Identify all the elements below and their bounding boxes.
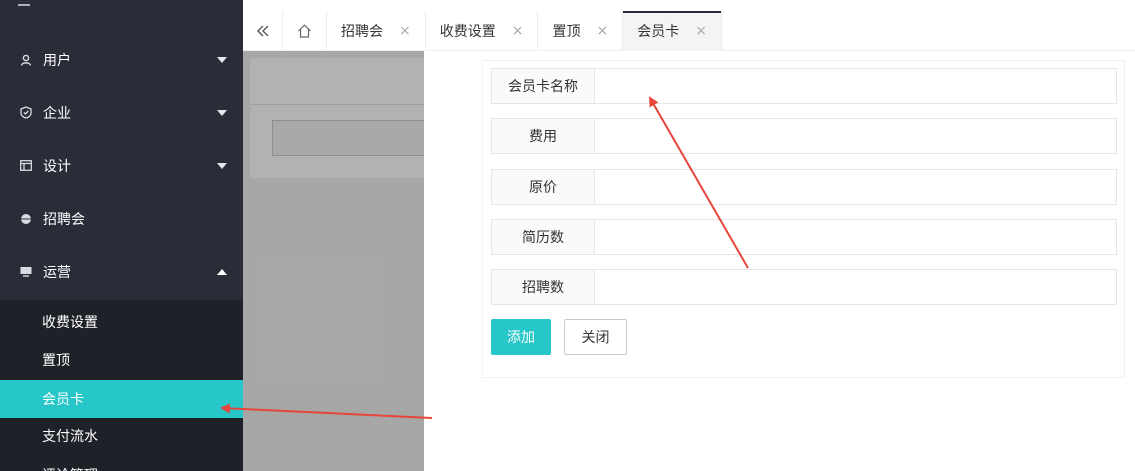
sidebar-subitem-member-card[interactable]: 会员卡 [0, 380, 243, 418]
collapse-sidebar-button[interactable] [243, 11, 283, 51]
layout-icon [19, 159, 33, 173]
home-tab[interactable] [283, 11, 327, 51]
tab-job-fair[interactable]: 招聘会 × [327, 11, 426, 51]
tab-pin-top[interactable]: 置顶 × [538, 11, 624, 51]
form-row-fee: 费用 [491, 118, 1117, 154]
sidebar-item-design[interactable]: 设计 [0, 139, 243, 192]
tab-fee-settings[interactable]: 收费设置 × [426, 11, 539, 51]
sidebar-item-job-fair[interactable]: 招聘会 [0, 192, 243, 245]
form-row-recruit-count: 招聘数 [491, 269, 1117, 305]
double-chevron-left-icon [256, 25, 268, 37]
sidebar-subitem-fee-settings[interactable]: 收费设置 [0, 303, 243, 341]
tab-member-card[interactable]: 会员卡 × [623, 11, 722, 51]
sidebar-submenu: 收费设置 置顶 会员卡 支付流水 评论管理 [0, 300, 243, 471]
sidebar-subitem-payment-flow[interactable]: 支付流水 [0, 417, 243, 455]
sidebar-item-users[interactable]: 用户 [0, 33, 243, 86]
tab-label: 招聘会 [341, 24, 383, 40]
sidebar-subitem-pin-top[interactable]: 置顶 [0, 341, 243, 379]
sidebar-item-label: 运营 [43, 264, 71, 281]
shield-icon [19, 106, 33, 120]
tab-bar-spacer [722, 11, 1135, 50]
field-label: 简历数 [491, 219, 595, 255]
resume-count-input[interactable] [595, 219, 1117, 255]
add-button[interactable]: 添加 [491, 319, 551, 355]
close-button[interactable]: 关闭 [564, 319, 627, 355]
tab-bar: 招聘会 × 收费设置 × 置顶 × 会员卡 × [243, 11, 1135, 51]
sidebar-item-label: 设计 [43, 158, 71, 175]
sidebar-item-operations[interactable]: 运营 [0, 245, 243, 298]
tab-label: 收费设置 [439, 24, 496, 40]
tab-label: 会员卡 [637, 24, 680, 40]
sidebar-item-label: 招聘会 [43, 211, 85, 228]
form-row-card-name: 会员卡名称 [491, 68, 1117, 104]
sidebar: 用户 企业 设计 招聘会 运营 收费设置 置顶 会员卡 支付流水 评论管理 [0, 0, 243, 471]
card-name-input[interactable] [595, 68, 1117, 104]
chevron-down-icon [217, 56, 227, 63]
close-icon[interactable]: × [512, 23, 524, 39]
menu-icon[interactable] [18, 4, 30, 6]
recruit-count-input[interactable] [595, 269, 1117, 305]
chevron-down-icon [217, 109, 227, 116]
tab-label: 置顶 [552, 24, 581, 40]
monitor-icon [19, 265, 33, 279]
chevron-down-icon [217, 162, 227, 169]
chevron-up-icon [217, 268, 227, 275]
sidebar-item-label: 企业 [43, 105, 71, 122]
field-label: 原价 [491, 169, 595, 205]
close-icon[interactable]: × [399, 23, 411, 39]
original-price-input[interactable] [595, 169, 1117, 205]
close-icon[interactable]: × [596, 23, 608, 39]
sidebar-item-enterprise[interactable]: 企业 [0, 86, 243, 139]
form-row-resume-count: 简历数 [491, 219, 1117, 255]
field-label: 会员卡名称 [491, 68, 595, 104]
sidebar-item-label: 用户 [43, 52, 71, 69]
field-label: 费用 [491, 118, 595, 154]
field-label: 招聘数 [491, 269, 595, 305]
home-icon [298, 24, 311, 38]
sidebar-subitem-comment-management[interactable]: 评论管理 [0, 456, 243, 471]
modal-shade[interactable] [243, 51, 424, 471]
dot-icon [19, 212, 33, 226]
close-icon[interactable]: × [695, 23, 707, 39]
fee-input[interactable] [595, 118, 1117, 154]
user-icon [19, 53, 33, 67]
form-row-original-price: 原价 [491, 169, 1117, 205]
